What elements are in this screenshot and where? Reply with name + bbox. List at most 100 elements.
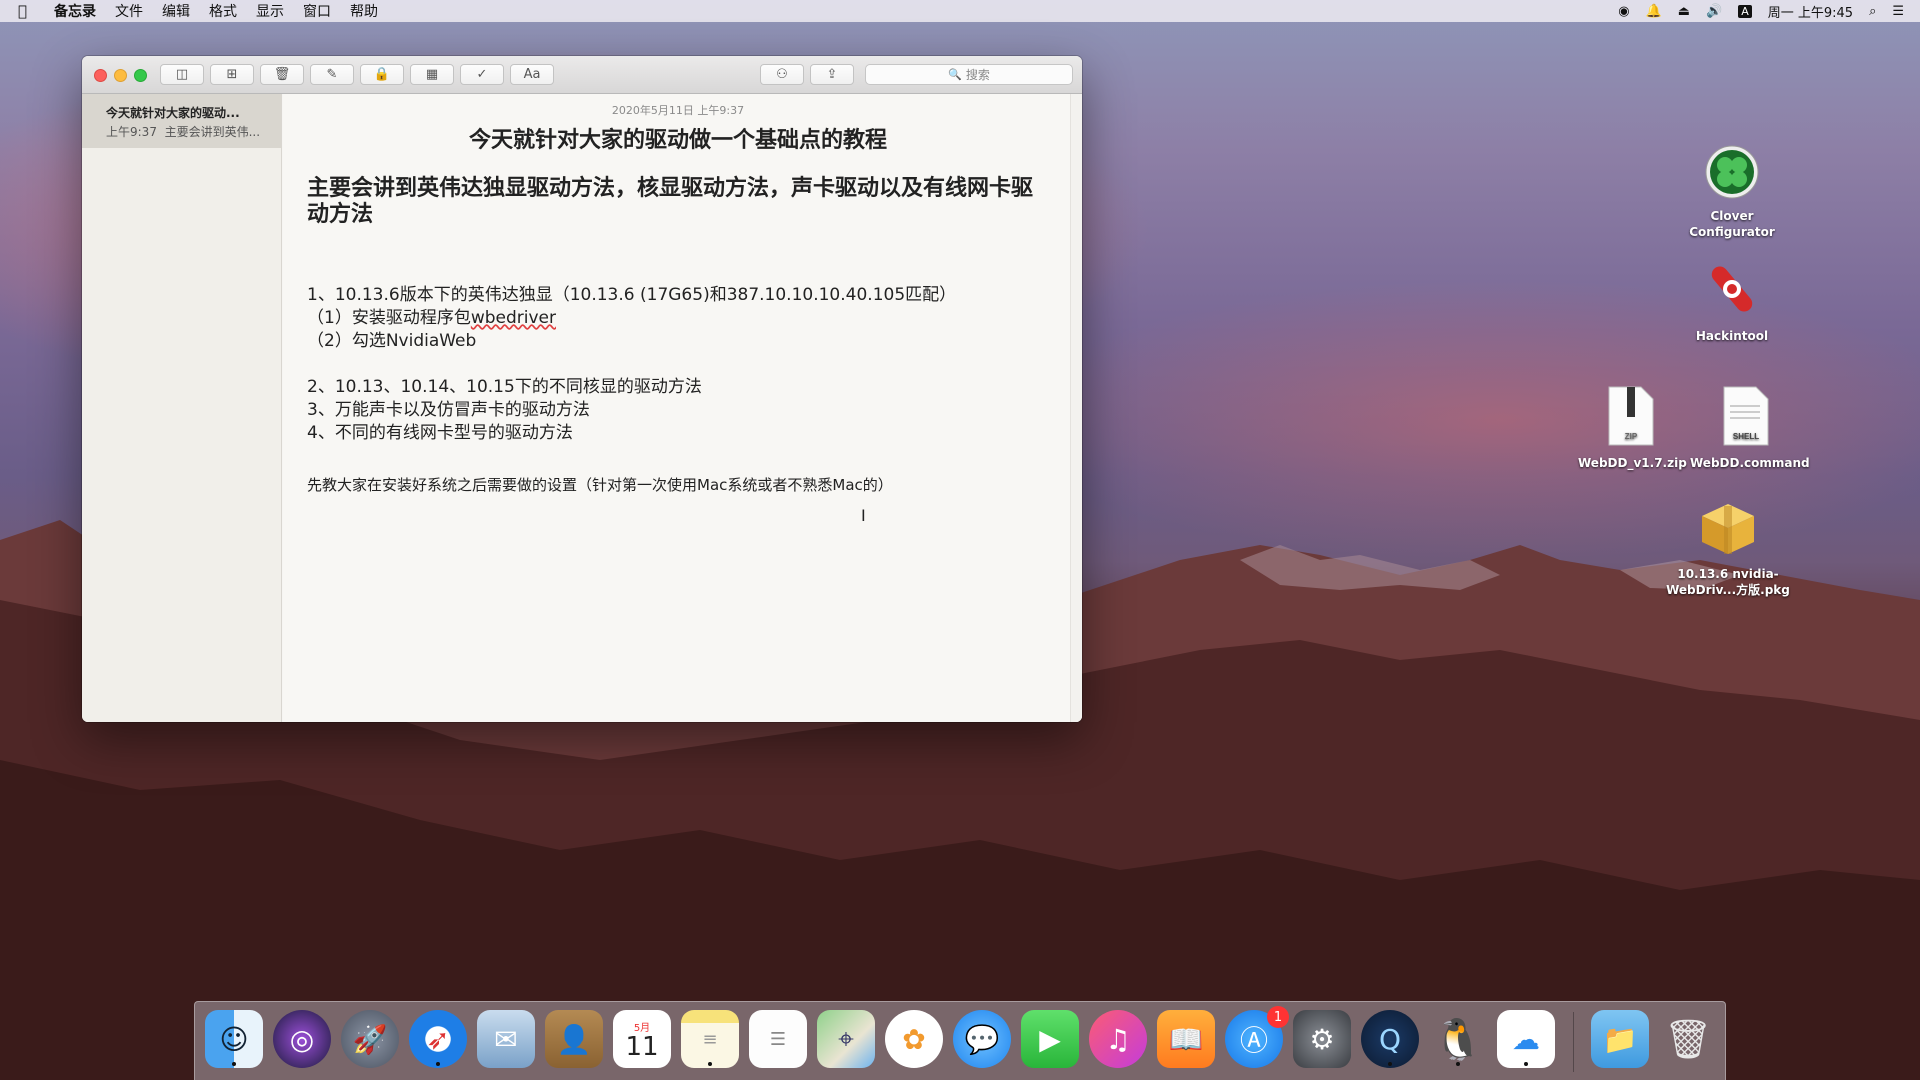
dock-reminders[interactable]: ☰: [749, 1010, 807, 1068]
package-icon: [1702, 504, 1754, 554]
record-icon[interactable]: ◉: [1618, 4, 1629, 19]
spotlight-search-icon[interactable]: ⌕: [1869, 4, 1876, 19]
table-button[interactable]: ▦: [410, 64, 454, 85]
dock-system-preferences[interactable]: ⚙: [1293, 1010, 1351, 1068]
video-camera-icon: ▶: [1039, 1022, 1061, 1056]
desktop-icon-label: WebDD.command: [1690, 456, 1810, 470]
toggle-sidebar-button[interactable]: ◫: [160, 64, 204, 85]
dock-finder[interactable]: ☺: [205, 1010, 263, 1068]
dock-downloads-folder[interactable]: 📁: [1591, 1010, 1649, 1068]
dock-safari[interactable]: ➶: [409, 1010, 467, 1068]
running-indicator: [1388, 1062, 1392, 1066]
note-title: 今天就针对大家的驱动做一个基础点的教程: [468, 128, 887, 153]
close-window-button[interactable]: [94, 69, 107, 82]
volume-icon[interactable]: 🔊: [1706, 4, 1722, 19]
eject-icon[interactable]: ⏏: [1678, 4, 1690, 19]
checklist-button[interactable]: ✓: [460, 64, 504, 85]
svg-text:ZIP: ZIP: [1625, 432, 1638, 441]
dock-maps[interactable]: ⌖: [817, 1010, 875, 1068]
dock-baidu-netdisk[interactable]: ☁: [1497, 1010, 1555, 1068]
desktop-icon-label: WebDD_v1.7.zip: [1578, 456, 1687, 470]
dock-books[interactable]: 📖: [1157, 1010, 1215, 1068]
dock-mail[interactable]: ✉: [477, 1010, 535, 1068]
dock-trash[interactable]: 🗑: [1659, 1010, 1717, 1068]
desktop-icon-clover[interactable]: Clover Configurator: [1678, 144, 1786, 240]
gear-icon: ⚙: [1309, 1022, 1335, 1056]
desktop-icon-command[interactable]: SHELL WebDD.command: [1690, 385, 1810, 471]
menu-help[interactable]: 帮助: [350, 1, 378, 21]
share-button[interactable]: ⇪: [810, 64, 854, 85]
note-item-title: 今天就针对大家的驱动...: [106, 106, 240, 120]
desktop-icon-pkg[interactable]: 10.13.6 nvidia- WebDriv...方版.pkg: [1664, 498, 1792, 598]
dock-contacts[interactable]: 👤: [545, 1010, 603, 1068]
siri-icon: ◎: [289, 1022, 315, 1056]
menu-format[interactable]: 格式: [209, 1, 237, 21]
folder-icon: 📁: [1602, 1022, 1638, 1056]
notes-list: 今天就针对大家的驱动... 上午9:37 主要会讲到英伟...: [82, 94, 282, 722]
notes-window: ◫ ⊞ 🗑 ✎ 🔒 ▦ ✓ Aa ⚇ ⇪ 🔍 搜索 今天就针对大家的驱动... …: [82, 56, 1082, 722]
misspelled-word: wbedriver: [470, 308, 556, 328]
format-button[interactable]: Aa: [510, 64, 554, 85]
note-line-6: 4、不同的有线网卡型号的驱动方法: [307, 423, 573, 443]
lock-note-button[interactable]: 🔒: [360, 64, 404, 85]
add-people-button[interactable]: ⚇: [760, 64, 804, 85]
menu-clock[interactable]: 周一 上午9:45: [1768, 2, 1853, 21]
dock-notes[interactable]: ≡: [681, 1010, 739, 1068]
running-indicator: [436, 1062, 440, 1066]
search-placeholder: 搜索: [965, 68, 990, 82]
menu-bar:  备忘录 文件 编辑 格式 显示 窗口 帮助 ◉ 🔔 ⏏ 🔊 A 周一 上午9…: [0, 0, 1920, 22]
note-line-3: （2）勾选NvidiaWeb: [307, 331, 477, 351]
notification-bell-icon[interactable]: 🔔: [1646, 4, 1662, 19]
note-item-meta: 上午9:37 主要会讲到英伟...: [106, 123, 281, 140]
dock-itunes[interactable]: ♫: [1089, 1010, 1147, 1068]
desktop-icon-hackintool[interactable]: Hackintool: [1678, 258, 1786, 344]
share-icon: ⇪: [826, 67, 838, 82]
note-line-5: 3、万能声卡以及仿冒声卡的驱动方法: [307, 400, 590, 420]
book-icon: 📖: [1168, 1022, 1204, 1056]
contacts-icon: 👤: [556, 1022, 592, 1056]
menu-file[interactable]: 文件: [115, 1, 143, 21]
menu-extras: ◉ 🔔 ⏏ 🔊 A 周一 上午9:45 ⌕ ☰: [1618, 0, 1920, 22]
search-field[interactable]: 🔍 搜索: [865, 64, 1073, 85]
trash-can-icon: 🗑: [1663, 1016, 1713, 1061]
note-item-snippet: 主要会讲到英伟...: [164, 125, 261, 139]
text-cursor-icon: I: [861, 506, 866, 525]
dock-siri[interactable]: ◎: [273, 1010, 331, 1068]
minimize-window-button[interactable]: [114, 69, 127, 82]
dock-quicktime[interactable]: Q: [1361, 1010, 1419, 1068]
running-indicator: [1456, 1062, 1460, 1066]
dock-calendar[interactable]: 5月 11: [613, 1010, 671, 1068]
dock: ☺ ◎ 🚀 ➶ ✉ 👤 5月 11 ≡ ☰ ⌖ ✿ 💬 ▶ ♫ 📖 Ⓐ 1 ⚙ Q…: [194, 1001, 1726, 1080]
hackintool-icon: [1711, 266, 1753, 312]
dock-separator: [1573, 1012, 1574, 1072]
menu-edit[interactable]: 编辑: [162, 1, 190, 21]
menu-app-name[interactable]: 备忘录: [54, 1, 96, 21]
note-line-7: 先教大家在安装好系统之后需要做的设置（针对第一次使用Mac系统或者不熟悉Mac的…: [307, 476, 893, 494]
quicktime-icon: Q: [1378, 1022, 1402, 1056]
input-method-icon[interactable]: A: [1738, 4, 1752, 18]
delete-note-button[interactable]: 🗑: [260, 64, 304, 85]
gallery-view-button[interactable]: ⊞: [210, 64, 254, 85]
table-icon: ▦: [425, 67, 439, 82]
dock-launchpad[interactable]: 🚀: [341, 1010, 399, 1068]
note-line-4: 2、10.13、10.14、10.15下的不同核显的驱动方法: [307, 377, 702, 397]
dock-messages[interactable]: 💬: [953, 1010, 1011, 1068]
menu-window[interactable]: 窗口: [303, 1, 331, 21]
dock-app-store[interactable]: Ⓐ 1: [1225, 1006, 1289, 1068]
sidebar-icon: ◫: [175, 67, 189, 82]
new-note-button[interactable]: ✎: [310, 64, 354, 85]
dock-facetime[interactable]: ▶: [1021, 1010, 1079, 1068]
list-item[interactable]: 今天就针对大家的驱动... 上午9:37 主要会讲到英伟...: [82, 94, 281, 148]
menu-view[interactable]: 显示: [256, 1, 284, 21]
map-icon: ⌖: [838, 1022, 854, 1055]
editor-scrollbar[interactable]: [1070, 94, 1082, 722]
fullscreen-window-button[interactable]: [134, 69, 147, 82]
apple-menu-icon[interactable]: : [18, 2, 42, 20]
running-indicator: [1524, 1062, 1528, 1066]
notification-center-icon[interactable]: ☰: [1892, 4, 1904, 19]
desktop-icon-zip[interactable]: ZIP WebDD_v1.7.zip: [1578, 385, 1687, 471]
zip-file-icon: ZIP: [1608, 386, 1654, 446]
dock-photos[interactable]: ✿: [885, 1010, 943, 1068]
note-editor[interactable]: 2020年5月11日 上午9:37 今天就针对大家的驱动做一个基础点的教程 主要…: [283, 94, 1082, 722]
dock-qq[interactable]: 🐧: [1429, 1010, 1487, 1068]
